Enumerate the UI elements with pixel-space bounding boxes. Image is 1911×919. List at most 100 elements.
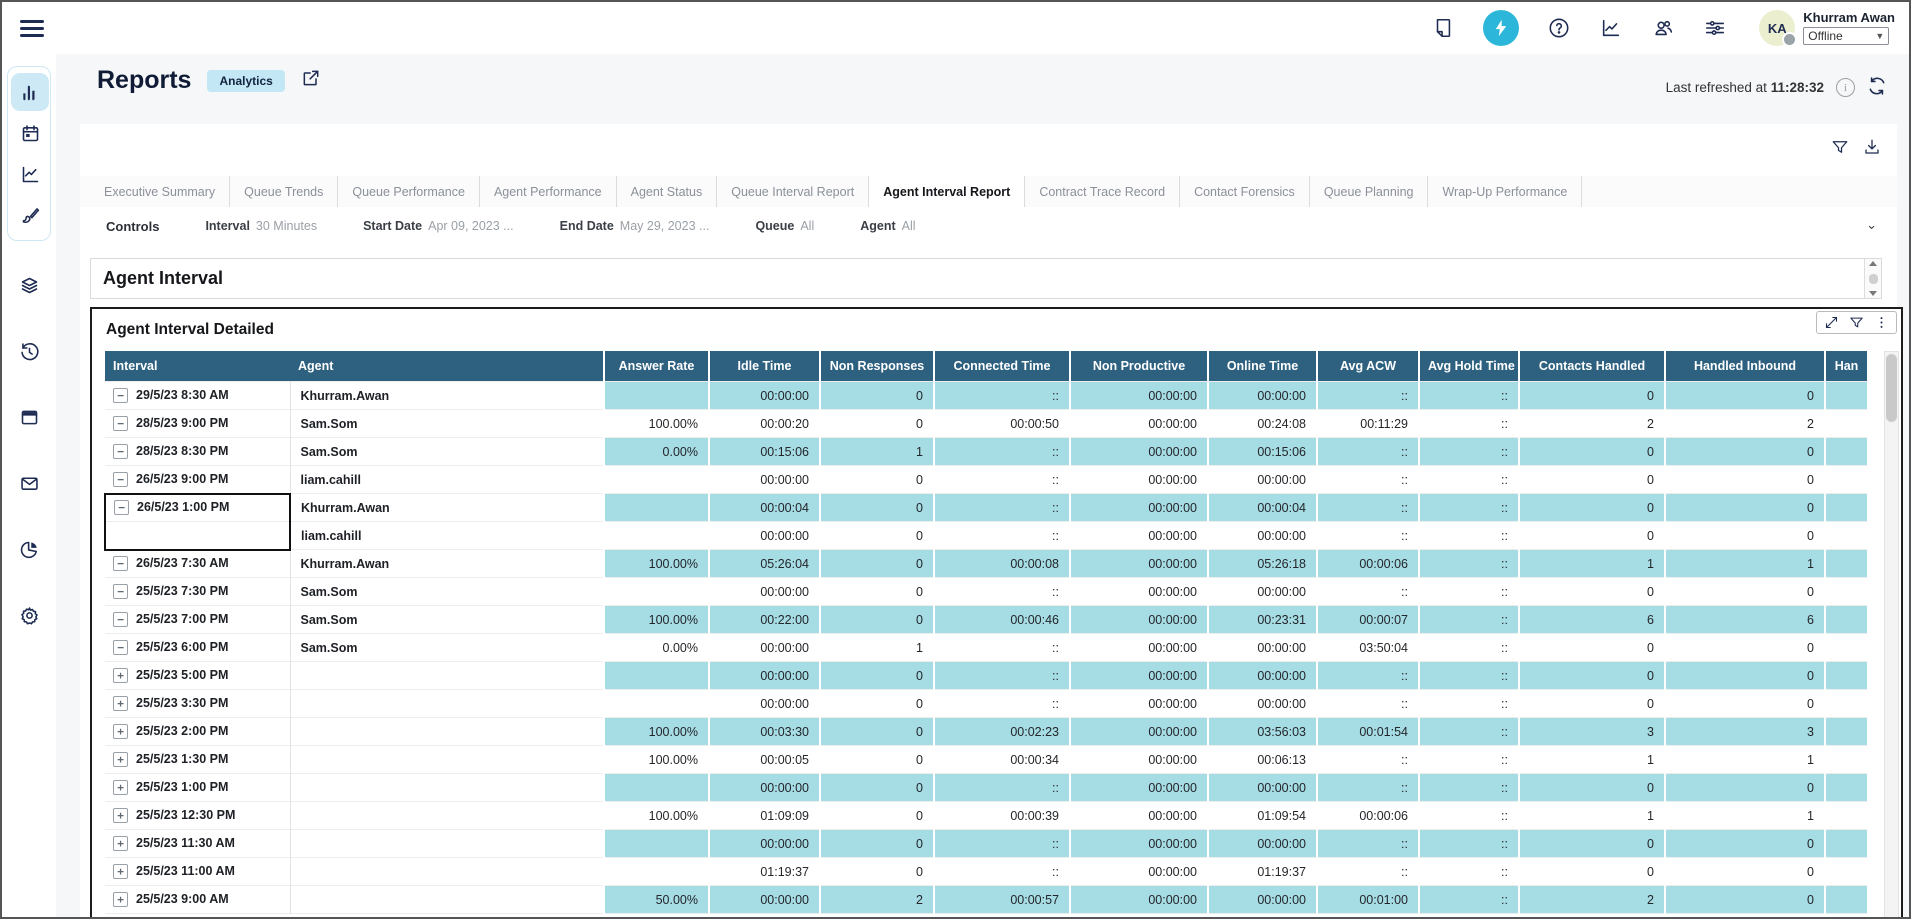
agent-cell[interactable]: liam.cahill xyxy=(290,466,604,494)
value-cell[interactable]: 00:00:00 xyxy=(1208,662,1317,690)
value-cell[interactable]: 100.00% xyxy=(604,410,709,438)
value-cell[interactable]: 0 xyxy=(1665,382,1825,410)
interval-cell[interactable]: −28/5/23 8:30 PM xyxy=(105,438,290,466)
value-cell[interactable]: 0 xyxy=(1519,382,1665,410)
agent-cell[interactable] xyxy=(290,718,604,746)
value-cell[interactable]: 00:00:00 xyxy=(709,466,820,494)
scroll-up-icon[interactable] xyxy=(1869,261,1877,266)
value-cell[interactable] xyxy=(604,522,709,550)
collapse-group-icon[interactable]: − xyxy=(113,472,128,487)
value-cell[interactable]: 00:00:00 xyxy=(1070,578,1208,606)
value-cell[interactable]: 1 xyxy=(1519,746,1665,774)
expand-group-icon[interactable]: + xyxy=(113,724,128,739)
value-cell[interactable]: 00:00:00 xyxy=(1070,550,1208,578)
value-cell[interactable]: 0 xyxy=(820,858,934,886)
value-cell[interactable]: 00:00:34 xyxy=(934,746,1070,774)
value-cell[interactable]: 03:56:03 xyxy=(1208,718,1317,746)
value-cell[interactable]: :: xyxy=(1419,886,1519,914)
value-cell[interactable]: 01:09:09 xyxy=(709,802,820,830)
hamburger-menu-icon[interactable] xyxy=(20,16,44,38)
value-cell[interactable]: 1 xyxy=(1519,802,1665,830)
value-cell[interactable]: 1 xyxy=(820,438,934,466)
tab-executive-summary[interactable]: Executive Summary xyxy=(90,176,230,207)
value-cell[interactable]: 00:00:00 xyxy=(1070,886,1208,914)
control-agent[interactable]: AgentAll xyxy=(860,219,915,233)
tab-contract-trace-record[interactable]: Contract Trace Record xyxy=(1025,176,1180,207)
value-cell[interactable]: 0 xyxy=(1665,522,1825,550)
value-cell[interactable]: 0 xyxy=(1519,578,1665,606)
interval-cell[interactable]: −25/5/23 6:00 PM xyxy=(105,634,290,662)
value-cell[interactable]: :: xyxy=(1419,634,1519,662)
agent-cell[interactable]: Sam.Som xyxy=(290,606,604,634)
collapse-group-icon[interactable]: − xyxy=(114,500,129,515)
value-cell[interactable]: :: xyxy=(1419,522,1519,550)
value-cell[interactable]: 6 xyxy=(1665,606,1825,634)
expand-group-icon[interactable]: + xyxy=(113,668,128,683)
tab-queue-interval-report[interactable]: Queue Interval Report xyxy=(717,176,869,207)
value-cell[interactable]: 0 xyxy=(1519,690,1665,718)
value-cell[interactable]: 00:00:00 xyxy=(1070,802,1208,830)
value-cell[interactable] xyxy=(604,494,709,522)
value-cell[interactable]: 0 xyxy=(1665,830,1825,858)
control-end-date[interactable]: End DateMay 29, 2023 ... xyxy=(560,219,710,233)
tab-queue-trends[interactable]: Queue Trends xyxy=(230,176,338,207)
interval-cell[interactable]: +25/5/23 11:30 AM xyxy=(105,830,290,858)
value-cell[interactable]: 2 xyxy=(1519,886,1665,914)
value-cell[interactable]: 0 xyxy=(1519,830,1665,858)
value-cell[interactable]: 0 xyxy=(1519,466,1665,494)
agent-cell[interactable]: liam.cahill xyxy=(290,522,604,550)
value-cell[interactable]: 00:00:00 xyxy=(709,886,820,914)
value-cell[interactable]: 00:00:00 xyxy=(1070,830,1208,858)
column-header-handled-inbound[interactable]: Handled Inbound xyxy=(1665,351,1825,382)
value-cell[interactable]: :: xyxy=(1317,690,1419,718)
value-cell[interactable]: :: xyxy=(934,382,1070,410)
quick-actions-icon[interactable] xyxy=(1483,10,1519,46)
value-cell[interactable]: 0 xyxy=(820,690,934,718)
value-cell[interactable]: 00:00:04 xyxy=(1208,494,1317,522)
value-cell[interactable]: 0 xyxy=(1665,494,1825,522)
value-cell[interactable] xyxy=(1825,438,1867,466)
value-cell[interactable]: 1 xyxy=(820,634,934,662)
tab-agent-status[interactable]: Agent Status xyxy=(617,176,718,207)
value-cell[interactable]: 00:00:00 xyxy=(709,382,820,410)
value-cell[interactable]: :: xyxy=(1419,662,1519,690)
value-cell[interactable]: :: xyxy=(1419,382,1519,410)
value-cell[interactable] xyxy=(604,662,709,690)
value-cell[interactable]: :: xyxy=(934,522,1070,550)
value-cell[interactable]: 00:00:00 xyxy=(1070,718,1208,746)
agent-cell[interactable] xyxy=(290,802,604,830)
value-cell[interactable]: 00:23:31 xyxy=(1208,606,1317,634)
value-cell[interactable] xyxy=(1825,578,1867,606)
value-cell[interactable]: :: xyxy=(934,494,1070,522)
value-cell[interactable]: 00:00:39 xyxy=(934,802,1070,830)
sidebar-item-schedule[interactable] xyxy=(11,114,49,152)
value-cell[interactable]: 00:15:06 xyxy=(709,438,820,466)
column-header-avg-hold-time[interactable]: Avg Hold Time xyxy=(1419,351,1519,382)
value-cell[interactable]: 0 xyxy=(820,830,934,858)
value-cell[interactable]: 0 xyxy=(820,578,934,606)
column-header-answer-rate[interactable]: Answer Rate xyxy=(604,351,709,382)
controls-collapse-icon[interactable]: ⌄ xyxy=(1866,217,1877,233)
value-cell[interactable]: 00:00:07 xyxy=(1317,606,1419,634)
tab-queue-performance[interactable]: Queue Performance xyxy=(338,176,480,207)
notes-icon[interactable] xyxy=(1431,16,1455,40)
value-cell[interactable]: 00:00:00 xyxy=(1070,522,1208,550)
agent-cell[interactable]: Sam.Som xyxy=(290,578,604,606)
agent-cell[interactable]: Khurram.Awan xyxy=(290,494,604,522)
value-cell[interactable]: 00:00:00 xyxy=(1208,466,1317,494)
expand-group-icon[interactable]: + xyxy=(113,864,128,879)
interval-cell[interactable]: −25/5/23 7:30 PM xyxy=(105,578,290,606)
value-cell[interactable] xyxy=(1825,774,1867,802)
agent-cell[interactable] xyxy=(290,662,604,690)
agent-cell[interactable] xyxy=(290,746,604,774)
value-cell[interactable]: 0.00% xyxy=(604,438,709,466)
value-cell[interactable]: 2 xyxy=(1519,410,1665,438)
interval-cell[interactable]: −29/5/23 8:30 AM xyxy=(105,382,290,410)
value-cell[interactable]: 0 xyxy=(820,746,934,774)
interval-cell[interactable]: +25/5/23 1:00 PM xyxy=(105,774,290,802)
value-cell[interactable]: 00:00:00 xyxy=(1208,886,1317,914)
value-cell[interactable]: 2 xyxy=(1665,410,1825,438)
value-cell[interactable]: :: xyxy=(934,466,1070,494)
value-cell[interactable]: 0 xyxy=(820,410,934,438)
value-cell[interactable]: 00:00:20 xyxy=(709,410,820,438)
